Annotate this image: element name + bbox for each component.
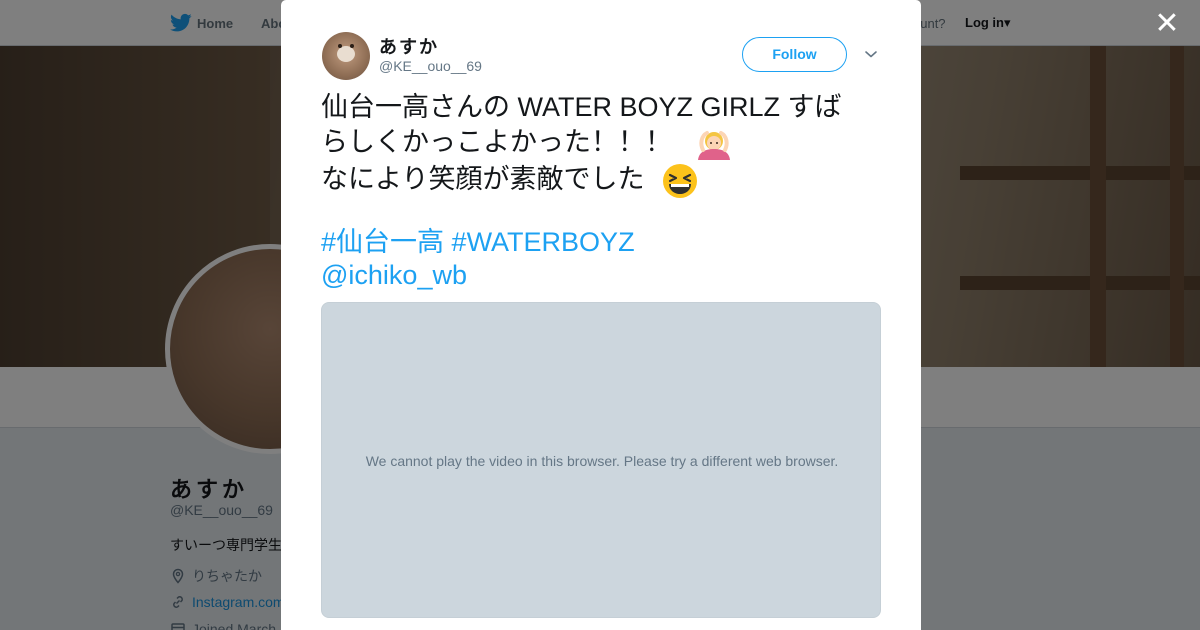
author-avatar[interactable] (322, 32, 370, 80)
person-gesturing-ok-emoji (697, 130, 730, 160)
follow-button[interactable]: Follow (742, 37, 847, 72)
avatar-eye (338, 44, 342, 48)
hashtag-link[interactable]: #WATERBOYZ (452, 227, 635, 257)
avatar-face (337, 46, 355, 62)
tweet-line: なにより笑顔が素敵でした (321, 163, 645, 194)
tweet-text: 仙台一高さんの WATER BOYZ GIRLZ すば らしくかっこよかった！！… (321, 90, 881, 199)
video-error-message: We cannot play the video in this browser… (365, 453, 839, 469)
mention-link[interactable]: @ichiko_wb (321, 260, 467, 290)
tweet-line: らしくかっこよかった！！！ (321, 127, 672, 157)
tweet-line-with-emoji: なにより笑顔が素敵でした (321, 162, 881, 199)
tweet-line-with-emoji: らしくかっこよかった！！！ (321, 125, 881, 162)
author-name[interactable]: あすか (379, 33, 439, 59)
tweet-links: #仙台一高 #WATERBOYZ @ichiko_wb (321, 226, 881, 292)
avatar-eye (350, 44, 354, 48)
video-player[interactable]: We cannot play the video in this browser… (321, 302, 881, 618)
grinning-squinting-face-emoji (662, 163, 697, 198)
hashtag-link[interactable]: #仙台一高 (321, 227, 444, 257)
close-icon[interactable]: ✕ (1152, 9, 1182, 40)
author-handle[interactable]: @KE__ouo__69 (379, 58, 482, 74)
tweet-line: 仙台一高さんの WATER BOYZ GIRLZ すば (321, 92, 842, 122)
chevron-down-icon[interactable] (863, 46, 879, 62)
tweet-modal: あすか @KE__ouo__69 Follow 仙台一高さんの WATER BO… (281, 0, 921, 630)
